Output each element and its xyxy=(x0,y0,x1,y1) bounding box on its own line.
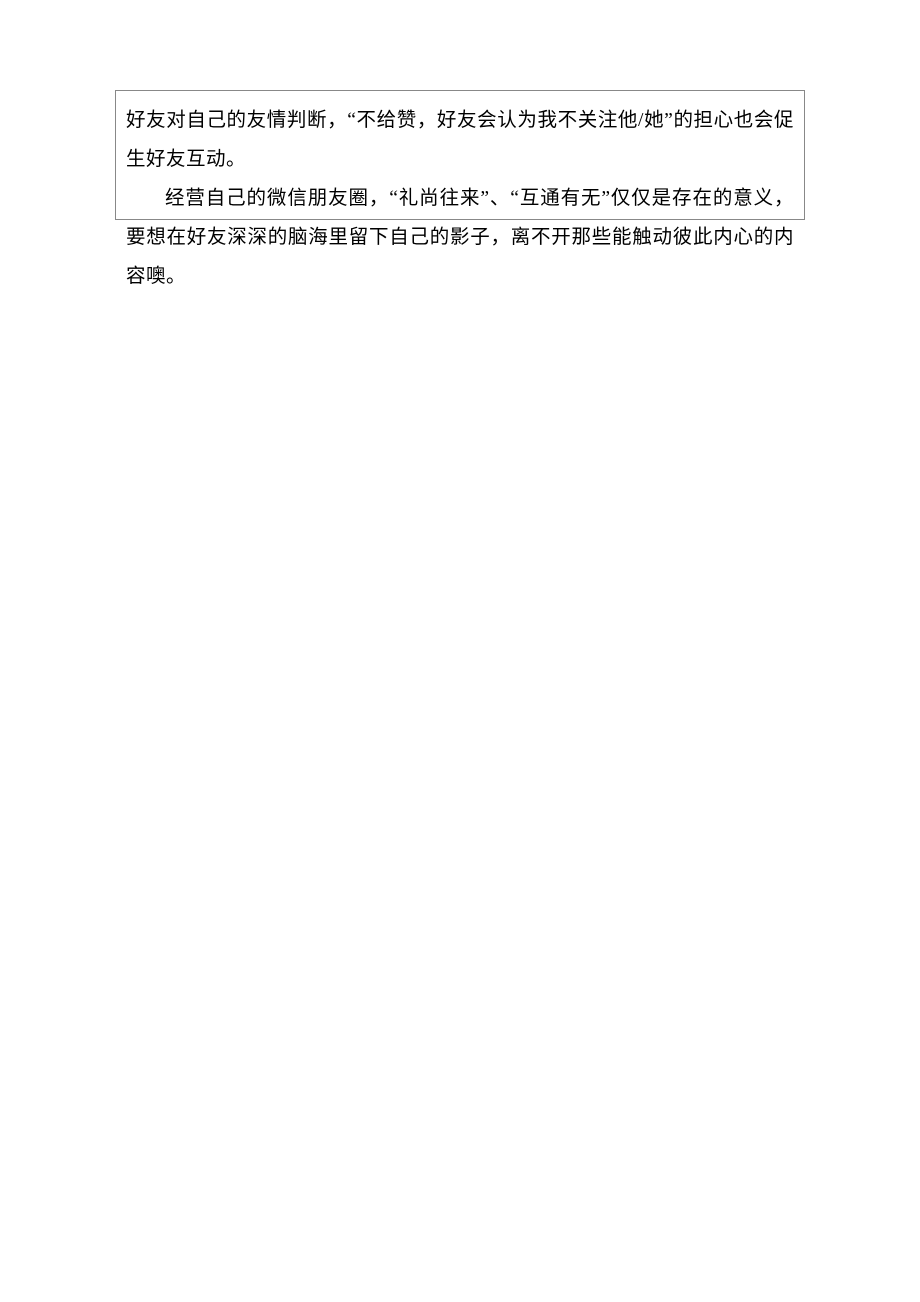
paragraph-2: 经营自己的微信朋友圈，“礼尚往来”、“互通有无”仅仅是存在的意义，要想在好友深深… xyxy=(126,179,794,296)
paragraph-1: 好友对自己的友情判断，“不给赞，好友会认为我不关注他/她”的担心也会促生好友互动… xyxy=(126,101,794,179)
document-frame: 好友对自己的友情判断，“不给赞，好友会认为我不关注他/她”的担心也会促生好友互动… xyxy=(115,90,805,220)
document-body: 好友对自己的友情判断，“不给赞，好友会认为我不关注他/她”的担心也会促生好友互动… xyxy=(126,101,794,296)
